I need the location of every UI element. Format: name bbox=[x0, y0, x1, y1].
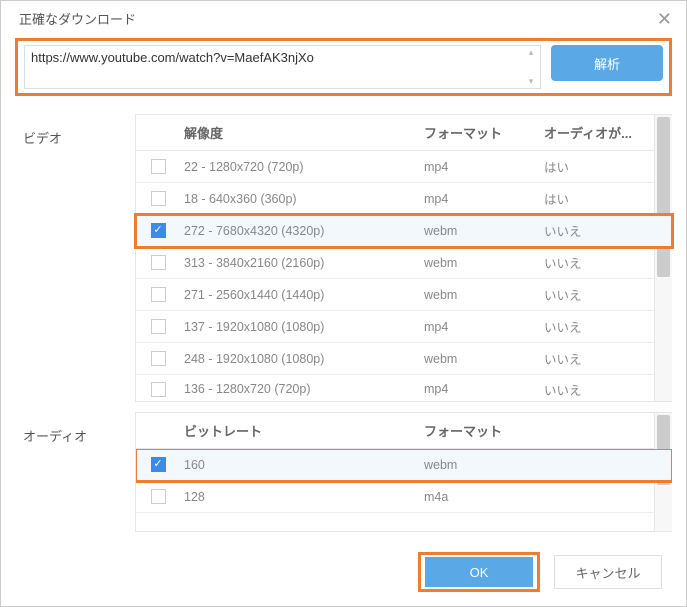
video-row[interactable]: 271 - 2560x1440 (1440p)webmいいえ bbox=[136, 279, 672, 311]
video-row[interactable]: 313 - 3840x2160 (2160p)webmいいえ bbox=[136, 247, 672, 279]
video-section-label: ビデオ bbox=[23, 114, 135, 402]
video-row[interactable]: 272 - 7680x4320 (4320p)webmいいえ bbox=[136, 215, 672, 247]
cell-format: webm bbox=[424, 288, 544, 302]
cell-audio: いいえ bbox=[544, 221, 654, 240]
analyze-button[interactable]: 解析 bbox=[551, 45, 663, 81]
video-scrollbar[interactable] bbox=[654, 115, 672, 401]
checkbox[interactable] bbox=[151, 159, 166, 174]
video-row[interactable]: 248 - 1920x1080 (1080p)webmいいえ bbox=[136, 343, 672, 375]
cell-resolution: 18 - 640x360 (360p) bbox=[180, 192, 424, 206]
header-audio-format: フォーマット bbox=[424, 421, 654, 440]
audio-row[interactable]: 128m4a bbox=[136, 481, 672, 513]
ok-button[interactable]: OK bbox=[425, 557, 533, 587]
cell-format: webm bbox=[424, 224, 544, 238]
checkbox[interactable] bbox=[151, 382, 166, 397]
cell-format: m4a bbox=[424, 490, 654, 504]
header-format: フォーマット bbox=[424, 123, 544, 142]
header-bitrate: ビットレート bbox=[180, 421, 424, 440]
cell-format: mp4 bbox=[424, 382, 544, 396]
cell-format: webm bbox=[424, 352, 544, 366]
audio-section-label: オーディオ bbox=[23, 412, 135, 532]
cell-resolution: 137 - 1920x1080 (1080p) bbox=[180, 320, 424, 334]
video-row[interactable]: 18 - 640x360 (360p)mp4はい bbox=[136, 183, 672, 215]
header-audio: オーディオが... bbox=[544, 123, 654, 142]
audio-row[interactable]: 160webm bbox=[136, 449, 672, 481]
dialog-title: 正確なダウンロード bbox=[19, 9, 136, 28]
checkbox[interactable] bbox=[151, 223, 166, 238]
checkbox[interactable] bbox=[151, 287, 166, 302]
cell-format: mp4 bbox=[424, 160, 544, 174]
cell-audio: いいえ bbox=[544, 349, 654, 368]
cell-resolution: 248 - 1920x1080 (1080p) bbox=[180, 352, 424, 366]
cell-audio: いいえ bbox=[544, 253, 654, 272]
checkbox[interactable] bbox=[151, 457, 166, 472]
cell-format: webm bbox=[424, 458, 654, 472]
audio-table: ビットレート フォーマット 160webm128m4a bbox=[135, 412, 672, 532]
checkbox[interactable] bbox=[151, 489, 166, 504]
checkbox[interactable] bbox=[151, 191, 166, 206]
url-value: https://www.youtube.com/watch?v=MaefAK3n… bbox=[31, 50, 314, 65]
cell-resolution: 271 - 2560x1440 (1440p) bbox=[180, 288, 424, 302]
cell-format: mp4 bbox=[424, 192, 544, 206]
url-highlight-box: https://www.youtube.com/watch?v=MaefAK3n… bbox=[15, 38, 672, 96]
close-icon[interactable]: ✕ bbox=[657, 10, 672, 28]
cancel-button[interactable]: キャンセル bbox=[554, 555, 662, 589]
spinner-control[interactable]: ▴▾ bbox=[524, 48, 538, 86]
cell-resolution: 136 - 1280x720 (720p) bbox=[180, 382, 424, 396]
cell-audio: はい bbox=[544, 157, 654, 176]
cell-audio: はい bbox=[544, 189, 654, 208]
cell-resolution: 313 - 3840x2160 (2160p) bbox=[180, 256, 424, 270]
header-resolution: 解像度 bbox=[180, 123, 424, 142]
video-row[interactable]: 137 - 1920x1080 (1080p)mp4いいえ bbox=[136, 311, 672, 343]
video-row[interactable]: 22 - 1280x720 (720p)mp4はい bbox=[136, 151, 672, 183]
video-table: 解像度 フォーマット オーディオが... 22 - 1280x720 (720p… bbox=[135, 114, 672, 402]
checkbox[interactable] bbox=[151, 255, 166, 270]
cell-audio: いいえ bbox=[544, 317, 654, 336]
checkbox[interactable] bbox=[151, 319, 166, 334]
cell-format: mp4 bbox=[424, 320, 544, 334]
url-input[interactable]: https://www.youtube.com/watch?v=MaefAK3n… bbox=[24, 45, 541, 89]
checkbox[interactable] bbox=[151, 351, 166, 366]
cell-resolution: 22 - 1280x720 (720p) bbox=[180, 160, 424, 174]
cell-bitrate: 128 bbox=[180, 490, 424, 504]
cell-resolution: 272 - 7680x4320 (4320p) bbox=[180, 224, 424, 238]
cell-audio: いいえ bbox=[544, 380, 654, 399]
video-row[interactable]: 136 - 1280x720 (720p)mp4いいえ bbox=[136, 375, 672, 403]
cell-audio: いいえ bbox=[544, 285, 654, 304]
ok-highlight-box: OK bbox=[418, 552, 540, 592]
cell-format: webm bbox=[424, 256, 544, 270]
cell-bitrate: 160 bbox=[180, 458, 424, 472]
